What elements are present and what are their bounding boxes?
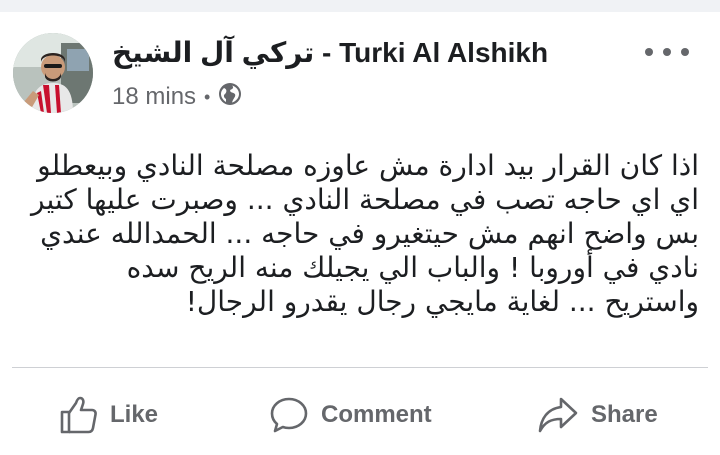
post-meta: 18 mins •	[112, 82, 242, 112]
dot-icon	[681, 48, 689, 56]
post-card: تركي آل الشيخ - Turki Al Alshikh 18 mins…	[0, 12, 720, 455]
like-button[interactable]: Like	[58, 378, 158, 452]
share-button[interactable]: Share	[537, 378, 658, 452]
avatar[interactable]	[13, 33, 93, 113]
post-author-name[interactable]: تركي آل الشيخ - Turki Al Alshikh	[112, 36, 548, 69]
post-text-line: واستريح ... لغاية مايجي رجال يقدرو الرجا…	[185, 285, 699, 318]
comment-icon	[269, 395, 309, 435]
comment-button[interactable]: Comment	[269, 378, 432, 452]
actions-divider	[12, 367, 708, 368]
more-options-icon[interactable]	[645, 40, 689, 64]
profile-photo	[13, 33, 93, 113]
post-text-line: اي اي حاجه تصب في مصلحة النادي ... وصبرت…	[31, 183, 699, 216]
post-text-line: بس واضح انهم مش حيتغيرو في حاجه ... الحم…	[40, 217, 699, 250]
dot-icon	[645, 48, 653, 56]
share-label: Share	[591, 401, 658, 428]
post-actions-bar: Like Comment Share	[0, 378, 720, 452]
like-label: Like	[110, 401, 159, 428]
post-text-line: اذا كان القرار بيد ادارة مش عاوزه مصلحة …	[37, 149, 699, 182]
comment-label: Comment	[321, 401, 432, 428]
meta-separator: •	[204, 86, 211, 107]
dot-icon	[663, 48, 671, 56]
globe-icon[interactable]	[218, 82, 242, 113]
share-icon	[537, 395, 579, 435]
post-body: اذا كان القرار بيد ادارة مش عاوزه مصلحة …	[24, 149, 699, 319]
post-timestamp[interactable]: 18 mins	[112, 83, 196, 111]
post-text-line: نادي في أوروبا ! والباب الي يجيلك منه ال…	[126, 251, 699, 284]
thumbs-up-icon	[58, 395, 98, 435]
